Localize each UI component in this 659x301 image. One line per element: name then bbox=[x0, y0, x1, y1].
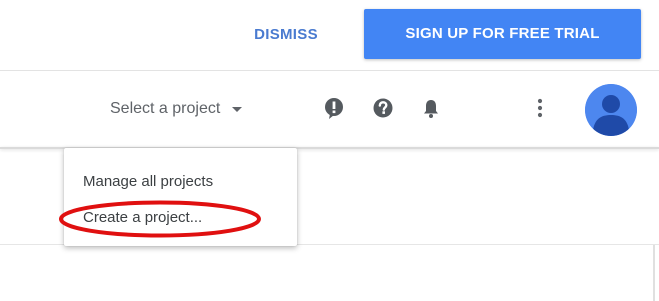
menu-item-create-project[interactable]: Create a project... bbox=[83, 206, 202, 230]
project-dropdown-menu: Manage all projects Create a project... bbox=[64, 148, 297, 246]
trial-banner: DISMISS SIGN UP FOR FREE TRIAL bbox=[0, 0, 659, 68]
console-page: DISMISS SIGN UP FOR FREE TRIAL Select a … bbox=[0, 0, 659, 301]
content-panel-border bbox=[653, 245, 655, 301]
project-selector-label: Select a project bbox=[110, 100, 221, 117]
feedback-icon[interactable] bbox=[321, 95, 347, 121]
menu-item-manage-all-projects[interactable]: Manage all projects bbox=[83, 170, 213, 194]
project-selector[interactable]: Select a project bbox=[110, 93, 302, 125]
more-vert-icon[interactable] bbox=[527, 95, 553, 121]
dismiss-button[interactable]: DISMISS bbox=[230, 18, 342, 52]
notifications-icon[interactable] bbox=[418, 95, 444, 121]
sign-up-free-trial-button[interactable]: SIGN UP FOR FREE TRIAL bbox=[364, 9, 641, 59]
caret-down-icon bbox=[232, 106, 243, 112]
help-icon[interactable] bbox=[370, 95, 396, 121]
account-avatar[interactable] bbox=[585, 84, 637, 136]
app-toolbar: Select a project bbox=[0, 71, 659, 147]
